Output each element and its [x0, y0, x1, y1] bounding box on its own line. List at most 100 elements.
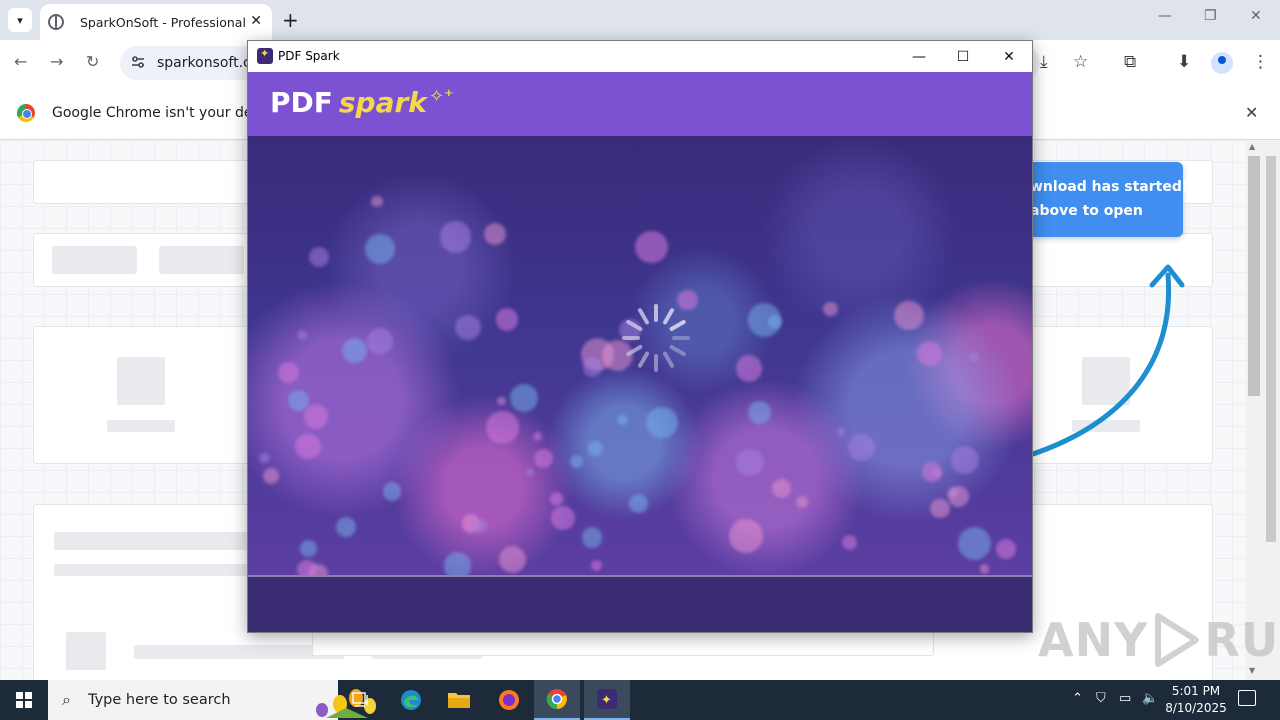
scroll-up-icon[interactable]: ▲: [1249, 142, 1255, 151]
spinner-tick: [626, 345, 643, 356]
bokeh-dot: [473, 519, 488, 533]
browser-close-button[interactable]: ✕: [1250, 8, 1262, 24]
anyrun-watermark: ANY RUN: [1038, 608, 1280, 672]
windows-logo-icon: [16, 692, 32, 708]
bokeh-dot: [532, 431, 542, 442]
tab-close-icon[interactable]: ✕: [250, 13, 262, 29]
taskbar-clock[interactable]: 5:01 PM 8/10/2025: [1160, 683, 1232, 717]
tab-title: SparkOnSoft - Professional PDF: [80, 14, 248, 30]
url-text: sparkonsoft.co: [157, 55, 260, 71]
loading-background: [248, 136, 1032, 575]
bokeh-dot: [948, 486, 970, 508]
taskbar-firefox[interactable]: [486, 680, 532, 720]
browser-tab[interactable]: SparkOnSoft - Professional PDF ✕: [40, 4, 272, 40]
profile-avatar[interactable]: [1211, 52, 1233, 74]
tab-search-button[interactable]: ▾: [8, 8, 32, 32]
bokeh-dot: [590, 560, 602, 572]
bokeh-dot: [495, 308, 519, 331]
bokeh-dot: [439, 221, 471, 253]
clock-date: 8/10/2025: [1165, 701, 1227, 715]
spinner-tick: [669, 345, 686, 356]
app-close-button[interactable]: ✕: [986, 45, 1032, 69]
app-title-bar[interactable]: PDF Spark — ☐ ✕: [248, 41, 1032, 72]
forward-button[interactable]: →: [50, 52, 63, 71]
bokeh-dot: [549, 492, 564, 506]
taskbar-edge[interactable]: [388, 680, 434, 720]
bokeh-dot: [303, 404, 328, 429]
network-icon[interactable]: ▭: [1119, 691, 1131, 706]
bokeh-dot: [534, 448, 554, 469]
brand-spark-text: spark: [338, 86, 427, 119]
back-button[interactable]: ←: [14, 52, 27, 71]
menu-kebab-icon[interactable]: ⋮: [1252, 52, 1269, 72]
taskbar-chrome[interactable]: [534, 680, 580, 720]
clock-time: 5:01 PM: [1171, 684, 1221, 698]
bokeh-dot: [581, 527, 603, 549]
tray-overflow-icon[interactable]: ⌃: [1072, 691, 1083, 706]
chrome-logo-icon: [17, 104, 35, 122]
bokeh-dot: [287, 390, 309, 411]
spinner-tick: [626, 320, 643, 331]
loading-spinner-icon: [622, 304, 690, 372]
spinner-tick: [638, 308, 649, 325]
infobar-close-icon[interactable]: ✕: [1245, 103, 1258, 122]
bokeh-dot: [582, 357, 603, 377]
skeleton-block: [66, 632, 106, 670]
new-tab-button[interactable]: +: [282, 8, 299, 32]
app-window-title: PDF Spark: [278, 49, 340, 63]
bokeh-dot: [296, 329, 307, 340]
bokeh-dot: [617, 414, 629, 426]
bokeh-dot: [365, 234, 396, 264]
bokeh-dot: [748, 401, 771, 424]
downloads-icon[interactable]: ⬇: [1177, 52, 1191, 72]
task-view-button[interactable]: [338, 680, 384, 720]
browser-tab-strip: ▾ SparkOnSoft - Professional PDF ✕ + — ❐…: [0, 0, 1280, 40]
taskbar-file-explorer[interactable]: [436, 680, 482, 720]
folder-icon: [448, 693, 470, 708]
tray-security-icon[interactable]: ⛉: [1096, 691, 1106, 706]
notification-center-icon[interactable]: [1238, 690, 1256, 706]
bokeh-dot: [969, 351, 980, 362]
bokeh-dot: [930, 498, 950, 519]
bokeh-dot: [497, 396, 507, 406]
volume-icon[interactable]: 🔈: [1142, 691, 1158, 706]
app-minimize-button[interactable]: —: [896, 45, 942, 69]
bookmark-star-icon[interactable]: ☆: [1073, 52, 1088, 72]
start-button[interactable]: [0, 680, 48, 720]
skeleton-block: [117, 357, 165, 405]
bokeh-dot: [996, 539, 1017, 560]
spinner-tick: [663, 308, 674, 325]
spinner-tick: [663, 351, 674, 368]
sparkle-icon: ✧⁺: [428, 86, 454, 107]
skeleton-block: [54, 532, 254, 550]
browser-minimize-button[interactable]: —: [1158, 8, 1172, 24]
edge-icon: [401, 690, 421, 710]
toast-line-1: wnload has started!: [1030, 179, 1189, 195]
bokeh-dot: [443, 552, 471, 575]
toast-line-2: above to open: [1030, 203, 1143, 219]
skeleton-block: [54, 564, 254, 576]
reload-button[interactable]: ↻: [86, 52, 99, 71]
taskbar-search-box[interactable]: ⌕ Type here to search: [48, 680, 376, 720]
pdf-spark-app-icon: [257, 47, 273, 64]
bokeh-dot: [278, 362, 300, 384]
install-app-icon[interactable]: ⤓: [1040, 52, 1048, 72]
site-settings-icon[interactable]: [130, 54, 146, 70]
scrollbar-thumb[interactable]: [1248, 156, 1260, 396]
app-maximize-button[interactable]: ☐: [940, 45, 986, 69]
page-scrollbar[interactable]: ▲ ▼: [1246, 140, 1280, 680]
bokeh-dot: [486, 411, 520, 445]
taskbar-pdf-spark[interactable]: ✦: [584, 680, 630, 720]
extensions-icon[interactable]: ⧉: [1124, 52, 1136, 72]
skeleton-block: [159, 246, 244, 274]
bokeh-dot: [383, 482, 402, 501]
bokeh-dot: [894, 300, 924, 331]
bokeh-dot: [772, 479, 792, 498]
browser-restore-button[interactable]: ❐: [1204, 8, 1217, 24]
bokeh-dot: [525, 467, 535, 476]
search-placeholder: Type here to search: [88, 692, 231, 708]
bokeh-dot: [371, 195, 383, 208]
bokeh-dot: [841, 535, 857, 551]
bokeh-dot: [335, 516, 357, 537]
scrollbar-thumb-outer[interactable]: [1266, 156, 1276, 542]
